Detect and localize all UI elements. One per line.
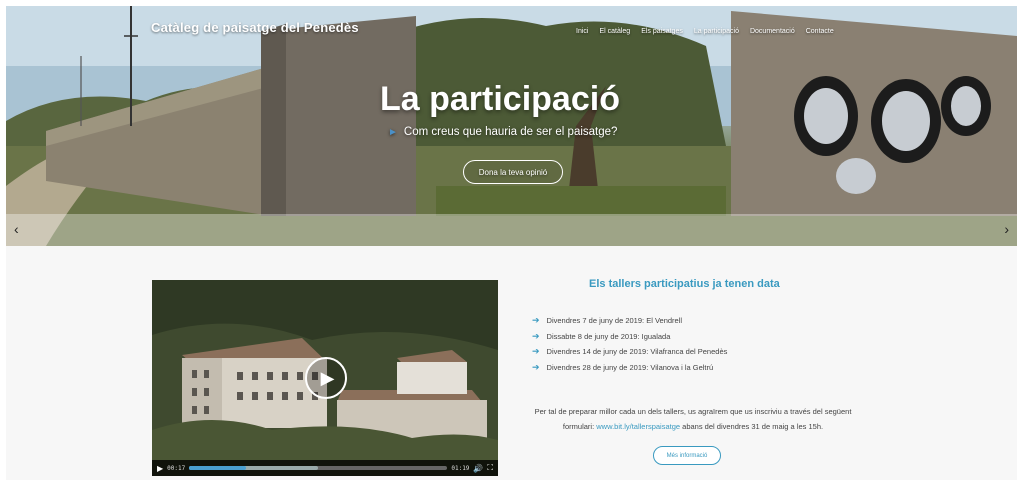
play-icon: ▶ <box>320 367 335 388</box>
video-player[interactable]: ▶ ▶ 00:17 01:19 🔊 ⛶ <box>152 280 498 476</box>
signup-paragraph: Per tal de preparar millor cada un dels … <box>534 407 852 431</box>
chevron-left-icon[interactable]: ‹ <box>14 221 19 237</box>
progress-bar[interactable] <box>189 466 448 470</box>
arrow-right-icon: ➔ <box>532 315 540 326</box>
chevron-right-icon[interactable]: › <box>1004 221 1009 237</box>
more-info-button[interactable]: Més informació <box>653 446 721 465</box>
workshops-title: Els tallers participatius ja tenen data <box>589 278 780 290</box>
page-frame: Catàleg de paisatge del Penedès Inici El… <box>6 6 1017 480</box>
hero-title: La participació <box>380 80 620 118</box>
site-brand[interactable]: Catàleg de paisatge del Penedès <box>151 20 359 35</box>
duration: 01:19 <box>451 464 470 472</box>
progress-fill <box>189 466 246 470</box>
list-item: ➔ Dissabte 8 de juny de 2019: Igualada <box>532 330 671 341</box>
list-item: ➔ Divendres 28 de juny de 2019: Vilanova … <box>532 361 714 372</box>
nav-item-cataleg[interactable]: El catàleg <box>599 28 630 35</box>
arrow-right-icon: ➔ <box>532 330 540 341</box>
nav-item-participacio[interactable]: La participació <box>694 28 739 35</box>
workshop-list: ➔ Divendres 7 de juny de 2019: El Vendrel… <box>532 313 727 375</box>
nav-item-contacte[interactable]: Contacte <box>806 28 834 35</box>
list-item: ➔ Divendres 14 de juny de 2019: Vilafranc… <box>532 346 728 357</box>
slider-strip <box>6 214 1017 246</box>
list-item: ➔ Divendres 7 de juny de 2019: El Vendrel… <box>532 315 683 326</box>
main-nav: Inici El catàleg Els paisatges La partic… <box>576 28 834 35</box>
play-button[interactable]: ▶ <box>305 357 347 399</box>
nav-item-paisatges[interactable]: Els paisatges <box>641 28 683 35</box>
arrow-right-icon: ➔ <box>532 361 540 372</box>
hero-subtitle: ► Com creus que hauria de ser el paisatg… <box>388 126 617 138</box>
video-controls: ▶ 00:17 01:19 🔊 ⛶ <box>152 460 498 476</box>
nav-item-inici[interactable]: Inici <box>576 28 588 35</box>
fullscreen-icon[interactable]: ⛶ <box>487 463 493 473</box>
current-time: 00:17 <box>167 464 186 472</box>
play-icon[interactable]: ▶ <box>157 464 163 473</box>
give-opinion-button[interactable]: Dona la teva opinió <box>463 160 563 184</box>
nav-item-documentacio[interactable]: Documentació <box>750 28 795 35</box>
hero-banner: Catàleg de paisatge del Penedès Inici El… <box>6 6 1017 246</box>
arrow-right-icon: ➔ <box>532 346 540 357</box>
volume-icon[interactable]: 🔊 <box>473 464 483 473</box>
chevron-right-icon: ► <box>388 126 398 138</box>
hero-subtitle-text: Com creus que hauria de ser el paisatge? <box>403 126 618 138</box>
signup-link[interactable]: www.bit.ly/tallerspaisatge <box>596 422 680 431</box>
